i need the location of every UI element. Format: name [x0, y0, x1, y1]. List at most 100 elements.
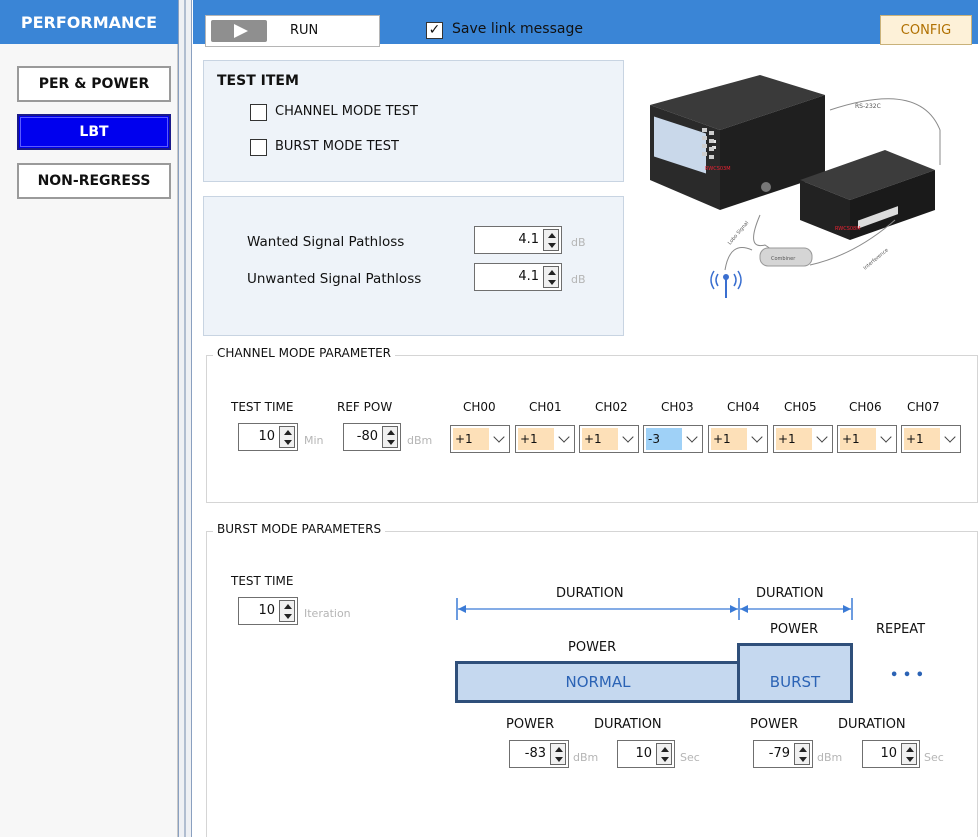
interference-label: Interference	[862, 247, 889, 271]
normal-power-label: POWER	[568, 640, 617, 655]
device-setup-illustration: RWCS03M RWCS08M Combiner RS-232C Lobo Si…	[650, 75, 941, 298]
spinner-arrows-icon[interactable]	[279, 600, 295, 622]
spinner-arrows-icon[interactable]	[279, 426, 295, 448]
normal-power-spinner[interactable]: -83	[509, 740, 569, 768]
burst-test-time-label: TEST TIME	[231, 574, 294, 588]
nav-non-regress-button[interactable]: NON-REGRESS	[17, 163, 171, 199]
chevron-down-icon	[622, 431, 634, 443]
channel-test-time-value: 10	[258, 429, 275, 444]
spinner-arrows-icon[interactable]	[382, 426, 398, 448]
chevron-down-icon	[493, 431, 505, 443]
burst-test-time-spinner[interactable]: 10	[238, 597, 298, 625]
ch03-label: CH03	[661, 400, 694, 414]
rs232c-label: RS-232C	[855, 103, 881, 110]
ref-pow-spinner[interactable]: -80	[343, 423, 401, 451]
combiner-label: Combiner	[771, 256, 796, 262]
ch04-value: +1	[711, 428, 747, 450]
spinner-arrows-icon[interactable]	[656, 743, 672, 765]
wanted-pathloss-value: 4.1	[518, 232, 539, 247]
unwanted-pathloss-spinner[interactable]: 4.1	[474, 263, 562, 291]
burst-mode-test-label: BURST MODE TEST	[275, 139, 399, 154]
normal-duration-value: 10	[635, 746, 652, 761]
unwanted-pathloss-label: Unwanted Signal Pathloss	[247, 271, 422, 287]
svg-text:RWCS08M: RWCS08M	[835, 226, 861, 232]
spinner-arrows-icon[interactable]	[543, 229, 559, 251]
burst-mode-test-checkbox[interactable]	[250, 139, 267, 156]
wanted-pathloss-unit: dB	[571, 236, 586, 249]
chevron-down-icon	[558, 431, 570, 443]
ch05-select[interactable]: +1	[773, 425, 833, 453]
unwanted-pathloss-unit: dB	[571, 273, 586, 286]
ch07-value: +1	[904, 428, 940, 450]
nav-per-power-button[interactable]: PER & POWER	[17, 66, 171, 102]
lobo-signal-label: Lobo Signal	[727, 220, 750, 246]
normal-duration-field-label: DURATION	[594, 717, 662, 732]
ch05-value: +1	[776, 428, 812, 450]
spinner-arrows-icon[interactable]	[901, 743, 917, 765]
chevron-down-icon	[816, 431, 828, 443]
ch04-label: CH04	[727, 400, 760, 414]
ch00-select[interactable]: +1	[450, 425, 510, 453]
burst-power-label: POWER	[770, 622, 819, 637]
test-item-title: TEST ITEM	[217, 73, 299, 89]
ref-pow-label: REF POW	[337, 400, 393, 414]
play-icon[interactable]	[211, 20, 267, 42]
burst-mode-title: BURST MODE PARAMETERS	[213, 522, 386, 536]
channel-mode-test-checkbox[interactable]	[250, 104, 267, 121]
ch06-select[interactable]: +1	[837, 425, 897, 453]
burst-test-time-value: 10	[258, 603, 275, 618]
ch01-value: +1	[518, 428, 554, 450]
ch02-label: CH02	[595, 400, 628, 414]
normal-duration-label: DURATION	[556, 586, 624, 601]
config-button[interactable]: CONFIG	[880, 15, 972, 45]
burst-power-unit: dBm	[817, 751, 843, 764]
sidebar-title: PERFORMANCE	[0, 0, 178, 44]
normal-power-field-label: POWER	[506, 717, 555, 732]
ch04-select[interactable]: +1	[708, 425, 768, 453]
save-link-checkbox[interactable]: ✓	[426, 22, 443, 39]
burst-duration-field-label: DURATION	[838, 717, 906, 732]
spinner-arrows-icon[interactable]	[543, 266, 559, 288]
repeat-ellipsis: • • •	[890, 668, 924, 683]
ch06-label: CH06	[849, 400, 882, 414]
spinner-arrows-icon[interactable]	[794, 743, 810, 765]
channel-test-time-spinner[interactable]: 10	[238, 423, 298, 451]
ch02-select[interactable]: +1	[579, 425, 639, 453]
ref-pow-unit: dBm	[407, 434, 433, 447]
ch01-select[interactable]: +1	[515, 425, 575, 453]
channel-mode-title: CHANNEL MODE PARAMETER	[213, 346, 396, 360]
spinner-arrows-icon[interactable]	[550, 743, 566, 765]
burst-power-spinner[interactable]: -79	[753, 740, 813, 768]
duration-arrows	[456, 598, 853, 620]
burst-duration-label: DURATION	[756, 586, 824, 601]
nav-lbt-button[interactable]: LBT	[17, 114, 171, 150]
burst-duration-spinner[interactable]: 10	[862, 740, 920, 768]
unwanted-pathloss-value: 4.1	[518, 269, 539, 284]
ch05-label: CH05	[784, 400, 817, 414]
ch01-label: CH01	[529, 400, 562, 414]
wanted-pathloss-label: Wanted Signal Pathloss	[247, 234, 405, 250]
burst-power-value: -79	[768, 746, 790, 761]
ch06-value: +1	[840, 428, 876, 450]
run-label: RUN	[290, 23, 319, 38]
chevron-down-icon	[751, 431, 763, 443]
splitter-handle[interactable]	[178, 0, 192, 837]
chevron-down-icon	[686, 431, 698, 443]
svg-text:RWCS03M: RWCS03M	[705, 166, 731, 172]
normal-power-value: -83	[524, 746, 546, 761]
burst-duration-value: 10	[880, 746, 897, 761]
ch07-select[interactable]: +1	[901, 425, 961, 453]
normal-bar: NORMAL	[455, 661, 741, 703]
repeat-label: REPEAT	[876, 622, 926, 637]
channel-mode-test-label: CHANNEL MODE TEST	[275, 104, 418, 119]
channel-test-time-label: TEST TIME	[231, 400, 294, 414]
ref-pow-value: -80	[356, 429, 378, 444]
normal-power-unit: dBm	[573, 751, 599, 764]
normal-duration-unit: Sec	[680, 751, 700, 764]
ch03-select[interactable]: -3	[643, 425, 703, 453]
normal-duration-spinner[interactable]: 10	[617, 740, 675, 768]
burst-duration-unit: Sec	[924, 751, 944, 764]
wanted-pathloss-spinner[interactable]: 4.1	[474, 226, 562, 254]
ch03-value: -3	[646, 428, 682, 450]
chevron-down-icon	[944, 431, 956, 443]
